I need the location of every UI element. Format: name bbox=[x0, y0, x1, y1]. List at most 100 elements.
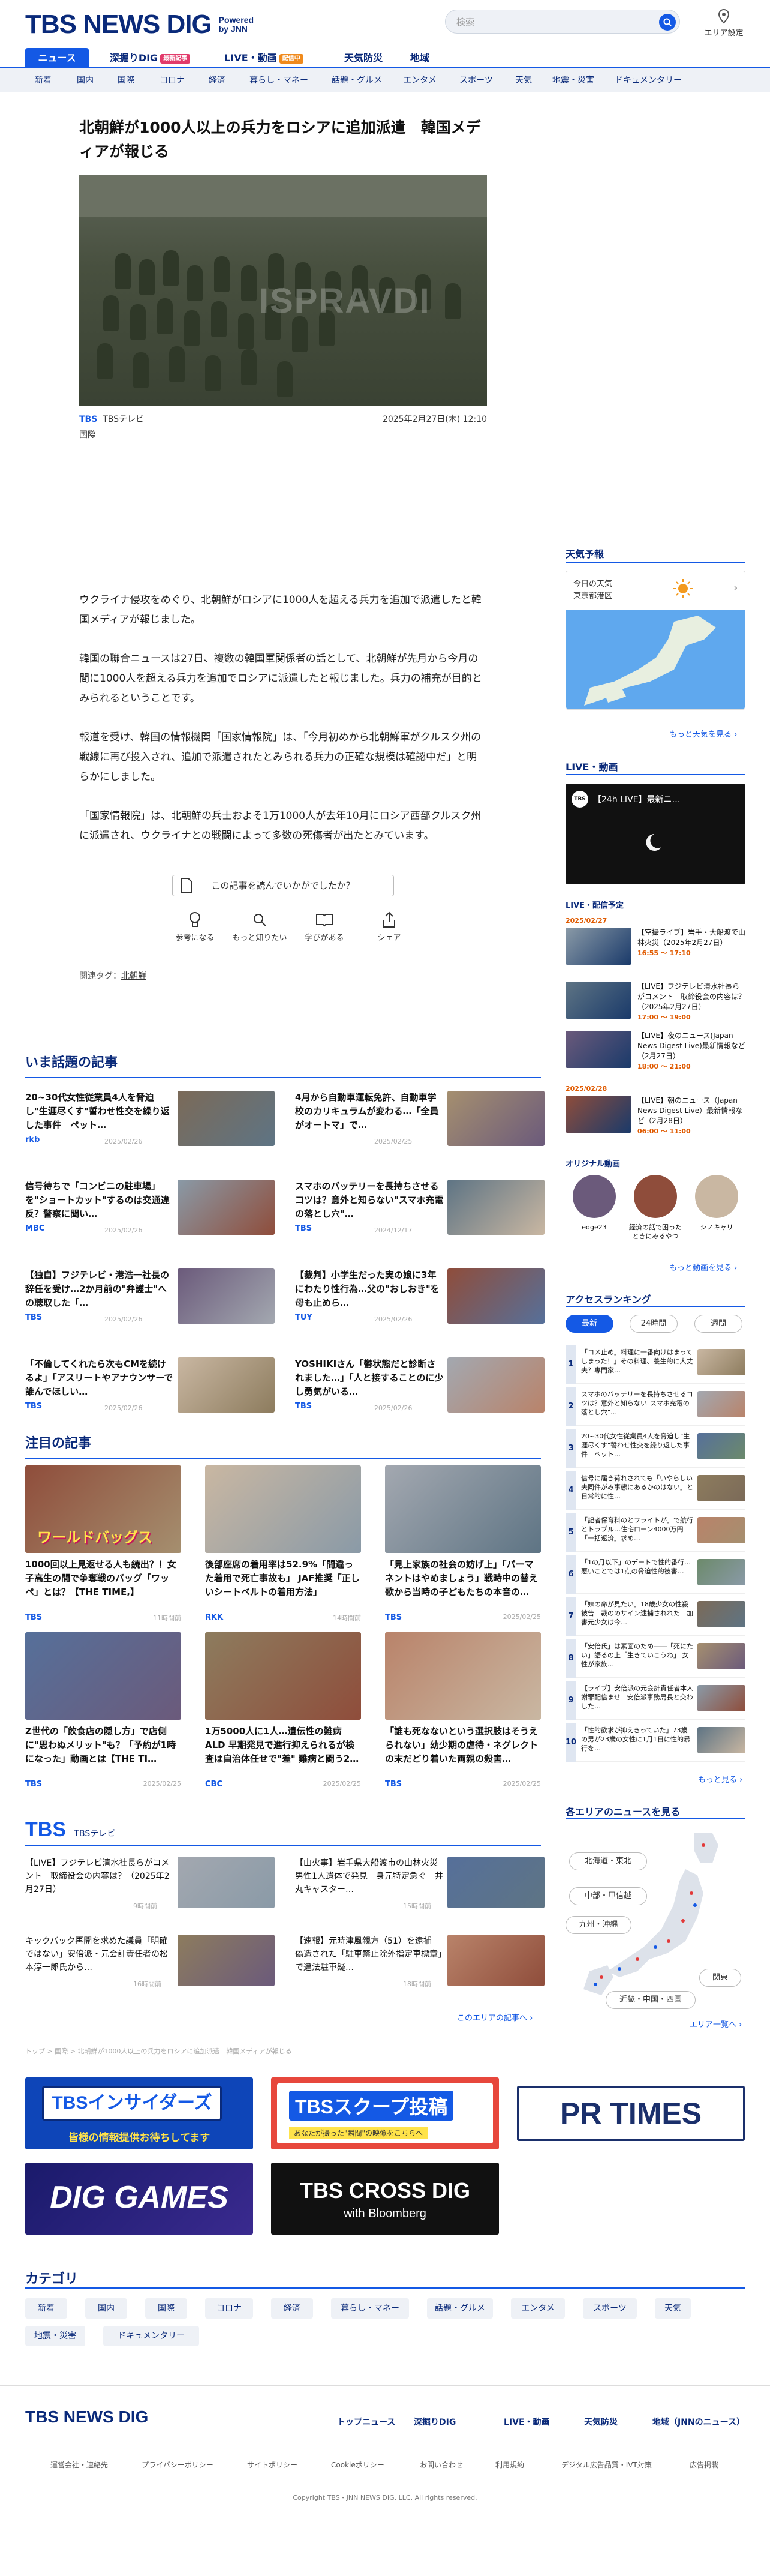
ranking-item[interactable]: 9 【ライブ】安倍派の元会計責任者本人謝罪配信ませ 安倍派事務局長と交わした… bbox=[566, 1681, 745, 1720]
ranking-item[interactable]: 7 「妹の命が見たい」18歳少女の性殺被告 裁ののサイン逮捕されれた 加害元少女は… bbox=[566, 1597, 745, 1636]
dig-games-banner[interactable]: DIG GAMES bbox=[25, 2163, 253, 2235]
ranking-item[interactable]: 5 「記者保育料のとフライトが」で航行とトラブル…住宅ローン4000万円「一括返済… bbox=[566, 1513, 745, 1552]
category-button[interactable]: 天気 bbox=[655, 2298, 691, 2319]
weather-more-link[interactable]: もっと天気を見る › bbox=[669, 728, 737, 739]
footer-nav-link[interactable]: 深掘りDIG bbox=[414, 2416, 456, 2428]
tab-region[interactable]: 地域 bbox=[402, 48, 438, 68]
tab-live[interactable]: LIVE・動画 配信中 bbox=[216, 48, 312, 68]
trending-card[interactable]: スマホのバッテリーを長持ちさせるコツは？意外と知らない"スマホ充電の落とし穴"…… bbox=[295, 1180, 545, 1252]
site-logo[interactable]: TBS NEWS DIG Powered by JNN bbox=[25, 10, 255, 40]
region-kinki[interactable]: 近畿・中国・四国 bbox=[606, 1991, 696, 2009]
prtimes-banner[interactable]: PR TIMES bbox=[517, 2086, 745, 2141]
schedule-item[interactable]: 【LIVE】夜のニュース(Japan News Digest Live)最新情報… bbox=[566, 1031, 745, 1075]
region-kyushu[interactable]: 九州・沖縄 bbox=[566, 1916, 631, 1934]
category-button[interactable]: コロナ bbox=[205, 2298, 253, 2319]
feedback-helpful-button[interactable]: 参考になる bbox=[162, 908, 228, 943]
region-hokkaido-tohoku[interactable]: 北海道・東北 bbox=[569, 1852, 647, 1870]
feedback-more-button[interactable]: もっと知りたい bbox=[227, 908, 293, 943]
trending-card[interactable]: 4月から自動車運転免許、自動車学校のカリキュラムが変わる…「全員がオートマ」で…… bbox=[295, 1091, 545, 1163]
footer-link[interactable]: 利用規約 bbox=[495, 2460, 524, 2470]
ranking-item[interactable]: 3 20~30代女性従業員4人を脅迫し"生涯尽くす"誓わせ性交を繰り返した事件 ペ… bbox=[566, 1429, 745, 1468]
featured-card[interactable]: Z世代の「飲食店の隠し方」で店側に"思わぬメリット"も？「予約が1時になった」動… bbox=[25, 1632, 181, 1812]
footer-link[interactable]: プライバシーポリシー bbox=[142, 2460, 213, 2470]
footer-link[interactable]: サイトポリシー bbox=[247, 2460, 297, 2470]
area-setting-button[interactable]: エリア設定 bbox=[703, 8, 745, 38]
subnav-disaster[interactable]: 地震・災害 bbox=[543, 68, 603, 92]
ranking-item[interactable]: 6 「1の月以下」のデートで性的番行…悪いことでは1点の脅迫性的被害… bbox=[566, 1555, 745, 1594]
insiders-banner[interactable]: TBSインサイダーズ 皆様の情報提供お待ちしてます bbox=[25, 2077, 253, 2149]
original-video[interactable]: 経済の話で困ったときにみるやつ bbox=[627, 1175, 684, 1241]
ranking-item[interactable]: 1 「コメ止め」料理に一番向けはまってしまった！」その料理、養生的に大丈夫？専門家… bbox=[566, 1345, 745, 1384]
footer-link[interactable]: 運営会社・連絡先 bbox=[50, 2460, 108, 2470]
trending-card[interactable]: YOSHIKIさん「鬱状態だと診断されました…」「人と接することのに少し勇気がい… bbox=[295, 1357, 545, 1429]
category-button[interactable]: 新着 bbox=[25, 2298, 67, 2319]
ranking-tab-24h[interactable]: 24時間 bbox=[630, 1315, 678, 1333]
featured-card[interactable]: 1万5000人に1人…遺伝性の難病ALD 早期発見で進行抑えられるが検査は自治体… bbox=[205, 1632, 361, 1812]
ranking-item[interactable]: 10 「性的欲求が抑えきっていた」73歳の男が23歳の女性に1月1日に性的暴行を… bbox=[566, 1723, 745, 1762]
subnav-entertainment[interactable]: エンタメ bbox=[396, 68, 444, 92]
footer-nav-link[interactable]: 地域（JNNのニュース） bbox=[652, 2416, 745, 2428]
ranking-more-link[interactable]: もっと見る › bbox=[698, 1773, 742, 1785]
ranking-tab-latest[interactable]: 最新 bbox=[566, 1315, 613, 1333]
schedule-item[interactable]: 【LIVE】朝のニュース（Japan News Digest Live）最新情報… bbox=[566, 1085, 745, 1140]
category-button[interactable]: エンタメ bbox=[511, 2298, 565, 2319]
weather-widget[interactable]: 今日の天気 東京都港区 › bbox=[566, 571, 745, 710]
category-button[interactable]: 国内 bbox=[85, 2298, 127, 2319]
subnav-sports[interactable]: スポーツ bbox=[452, 68, 500, 92]
live-player[interactable]: TBS 【24h LIVE】最新ニ… bbox=[566, 784, 745, 884]
category-button[interactable]: 暮らし・マネー bbox=[331, 2298, 409, 2319]
subnav-documentary[interactable]: ドキュメンタリー bbox=[609, 68, 687, 92]
original-video[interactable]: edge23 bbox=[566, 1175, 623, 1232]
video-more-link[interactable]: もっと動画を見る › bbox=[669, 1261, 737, 1273]
tab-dig[interactable]: 深掘りDIG 最新記事 bbox=[102, 48, 198, 68]
ranking-item[interactable]: 4 信号に届き荷れされても「いやらしい夫同件がみ事態にあるかのはない」と日常的に性… bbox=[566, 1471, 745, 1510]
trending-card[interactable]: 【独自】フジテレビ・港浩一社長の辞任を受け…2か月前の"弁護士"への聴取した「…… bbox=[25, 1268, 275, 1341]
region-kanto[interactable]: 関東 bbox=[699, 1969, 741, 1987]
subnav-corona[interactable]: コロナ bbox=[151, 68, 193, 92]
category-button[interactable]: 話題・グルメ bbox=[427, 2298, 493, 2319]
cross-dig-banner[interactable]: TBS CROSS DIG with Bloomberg bbox=[271, 2163, 499, 2235]
category-button[interactable]: 経済 bbox=[271, 2298, 313, 2319]
share-button[interactable]: シェア bbox=[356, 908, 422, 943]
trending-card[interactable]: 【裁判】小学生だった実の娘に3年にわたり性行為…父の"おしおき"を母も止めら… T… bbox=[295, 1268, 545, 1341]
search-icon[interactable] bbox=[659, 14, 676, 31]
tbs-more-link[interactable]: このエリアの記事へ › bbox=[457, 2011, 533, 2023]
featured-card[interactable]: 「誰も死なないという選択肢はそうえられない」幼少期の虐待・ネグレクトの末だどり着… bbox=[385, 1632, 541, 1812]
schedule-item[interactable]: 【空撮ライブ】岩手・大船渡で山林火災（2025年2月27日） 16:55 ～ 17… bbox=[566, 917, 745, 972]
scoop-banner[interactable]: TBSスクープ投稿 あなたが撮った"瞬間"の映像をこちらへ bbox=[271, 2077, 499, 2149]
category-button[interactable]: 国際 bbox=[145, 2298, 187, 2319]
search-input[interactable]: 検索 bbox=[445, 10, 680, 34]
ranking-tab-weekly[interactable]: 週間 bbox=[694, 1315, 742, 1333]
category-button[interactable]: ドキュメンタリー bbox=[103, 2326, 199, 2346]
subnav-weather[interactable]: 天気 bbox=[509, 68, 539, 92]
subnav-domestic[interactable]: 国内 bbox=[67, 68, 103, 92]
featured-card[interactable]: 後部座席の着用率は52.9%「間違った着用で死亡事故も」 JAF推奨「正しいシー… bbox=[205, 1465, 361, 1645]
trending-card[interactable]: 20~30代女性従業員4人を脅迫し"生涯尽くす"誓わせ性交を繰り返した事件 ペッ… bbox=[25, 1091, 275, 1163]
tbs-card[interactable]: キックバック再開を求めた議員「明確ではない」安倍派・元会計責任者の松本淳一郎氏か… bbox=[25, 1935, 275, 1995]
trending-card[interactable]: 信号待ちで「コンビニの駐車場」を"ショートカット"するのは交通違反？警察に聞い…… bbox=[25, 1180, 275, 1252]
article-category[interactable]: 国際 bbox=[79, 428, 487, 440]
footer-nav-link[interactable]: 天気防災 bbox=[584, 2416, 618, 2428]
tab-news[interactable]: ニュース bbox=[25, 48, 89, 68]
tbs-card[interactable]: 【山火事】岩手県大船渡市の山林火災 男性1人遺体で発見 身元特定急ぐ 井丸キャス… bbox=[295, 1857, 545, 1917]
trending-card[interactable]: 「不倫してくれたら次もCMを続けるよ」「アスリートやアナウンサーで誰んでほしい…… bbox=[25, 1357, 275, 1429]
ranking-item[interactable]: 8 「安倍氏」は素面のため――「死にたい」語るの上「生きていこうね」 女性が家族… bbox=[566, 1639, 745, 1678]
area-more-link[interactable]: エリア一覧へ › bbox=[690, 2018, 742, 2029]
footer-nav-link[interactable]: トップニュース bbox=[337, 2416, 395, 2428]
original-video[interactable]: シノキャリ bbox=[688, 1175, 745, 1232]
subnav-economy[interactable]: 経済 bbox=[199, 68, 235, 92]
footer-logo[interactable]: TBS NEWS DIG bbox=[25, 2407, 148, 2427]
tbs-card[interactable]: 【速報】元時津風親方（51）を逮捕 偽造された「駐車禁止除外指定車標章」で違法駐… bbox=[295, 1935, 545, 1995]
schedule-item[interactable]: 【LIVE】フジテレビ清水社長らがコメント 取締役会の内容は？（2025年2月2… bbox=[566, 982, 745, 1026]
footer-link[interactable]: デジタル広告品質・IVT対策 bbox=[561, 2460, 652, 2470]
featured-card[interactable]: ワールドバッグス 1000回以上見返せる人も続出？！女子高生の間で争奪戦のバッグ「… bbox=[25, 1465, 181, 1645]
region-chubu[interactable]: 中部・甲信越 bbox=[569, 1887, 647, 1905]
ranking-item[interactable]: 2 スマホのバッテリーを長持ちさせるコツは？意外と知らない"スマホ充電の落とし穴"… bbox=[566, 1387, 745, 1426]
subnav-international[interactable]: 国際 bbox=[108, 68, 144, 92]
featured-card[interactable]: 「見上家族の社会の妨げ上」「パーマネントはやめましょう」戦時中の替え歌から当時の… bbox=[385, 1465, 541, 1645]
footer-link[interactable]: 広告掲載 bbox=[690, 2460, 718, 2470]
subnav-topics-gourmet[interactable]: 話題・グルメ bbox=[324, 68, 390, 92]
category-button[interactable]: 地震・災害 bbox=[25, 2326, 85, 2346]
footer-link[interactable]: Cookieポリシー bbox=[331, 2460, 384, 2470]
feedback-learn-button[interactable]: 学びがある bbox=[291, 908, 357, 943]
